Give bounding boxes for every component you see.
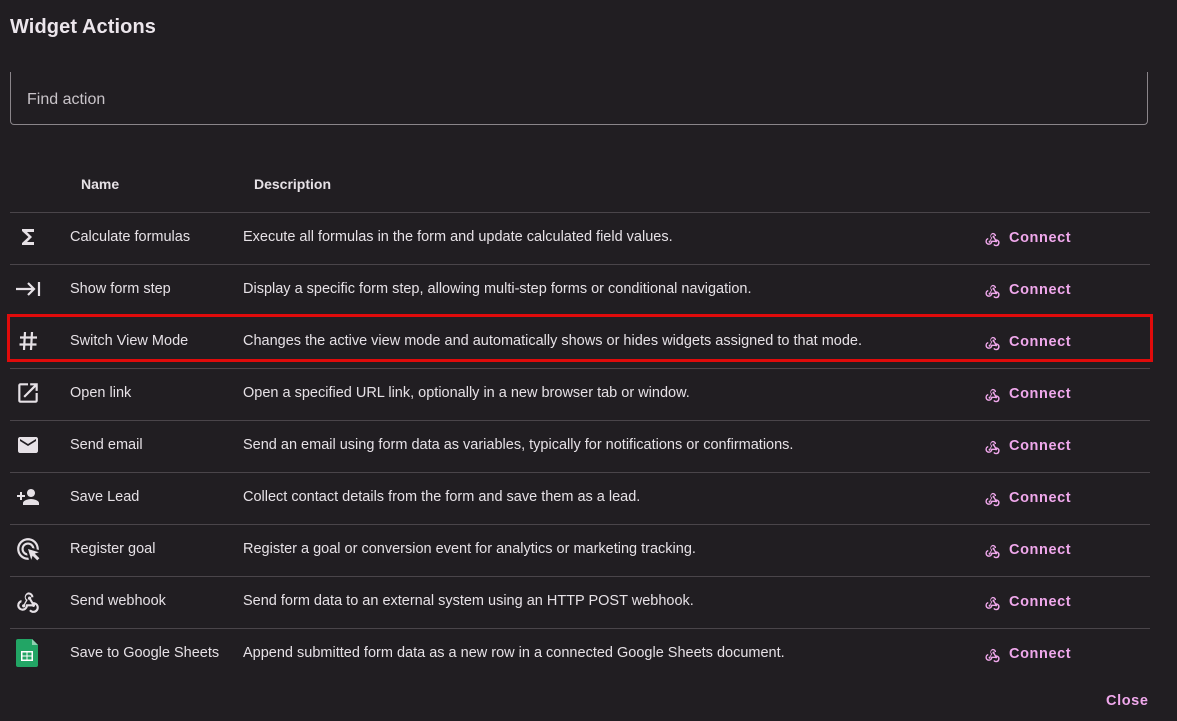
action-description: Execute all formulas in the form and upd… — [243, 229, 673, 245]
webhook-icon — [985, 284, 1000, 298]
email-icon — [14, 431, 42, 459]
webhook-icon — [985, 232, 1000, 246]
webhook-icon — [985, 440, 1000, 454]
connect-button[interactable]: Connect — [984, 435, 1071, 457]
action-description: Send form data to an external system usi… — [243, 593, 694, 609]
action-name: Register goal — [70, 541, 156, 557]
action-name: Save Lead — [70, 489, 140, 505]
table-row: Save Lead Collect contact details from t… — [10, 473, 1150, 525]
person-add-icon — [14, 483, 42, 511]
action-name: Save to Google Sheets — [70, 645, 220, 661]
connect-button[interactable]: Connect — [984, 383, 1071, 405]
connect-button[interactable]: Connect — [984, 643, 1071, 665]
webhook-icon — [985, 544, 1000, 558]
table-row: Register goal Register a goal or convers… — [10, 525, 1150, 577]
open-in-new-icon — [14, 379, 42, 407]
action-name: Calculate formulas — [70, 229, 191, 245]
connect-label: Connect — [1009, 594, 1072, 610]
table-row: Open link Open a specified URL link, opt… — [10, 369, 1150, 421]
action-description: Collect contact details from the form an… — [243, 489, 641, 505]
google-sheets-icon — [14, 639, 42, 667]
action-description: Display a specific form step, allowing m… — [243, 281, 752, 297]
webhook-icon — [14, 587, 42, 615]
webhook-icon — [985, 336, 1000, 350]
action-name: Switch View Mode — [70, 333, 189, 349]
connect-button[interactable]: Connect — [984, 227, 1071, 249]
widget-actions-dialog: Widget Actions Name Description Calculat… — [0, 0, 1177, 721]
webhook-icon — [985, 648, 1000, 662]
connect-label: Connect — [1009, 542, 1072, 558]
table-row: Send webhook Send form data to an extern… — [10, 577, 1150, 629]
table-row: Switch View Mode Changes the active view… — [10, 317, 1150, 369]
close-button[interactable]: Close — [1106, 693, 1149, 709]
webhook-icon — [985, 492, 1000, 506]
arrow-to-line-icon — [14, 275, 42, 303]
connect-button[interactable]: Connect — [984, 279, 1071, 301]
action-description: Changes the active view mode and automat… — [243, 333, 863, 349]
connect-label: Connect — [1009, 386, 1072, 402]
webhook-icon — [985, 596, 1000, 610]
sigma-icon — [14, 223, 42, 251]
ads-click-icon — [14, 535, 42, 563]
table-row: Show form step Display a specific form s… — [10, 265, 1150, 317]
search-input[interactable] — [25, 86, 1129, 114]
column-header-description: Description — [254, 176, 332, 192]
connect-button[interactable]: Connect — [984, 591, 1071, 613]
table-header: Name Description — [10, 160, 1150, 213]
actions-table: Calculate formulas Execute all formulas … — [10, 213, 1150, 680]
connect-button[interactable]: Connect — [984, 487, 1071, 509]
connect-label: Connect — [1009, 646, 1072, 662]
action-description: Append submitted form data as a new row … — [243, 645, 785, 661]
table-row: Calculate formulas Execute all formulas … — [10, 213, 1150, 265]
table-row: Save to Google Sheets Append submitted f… — [10, 629, 1150, 680]
action-name: Send webhook — [70, 593, 166, 609]
table-row: Send email Send an email using form data… — [10, 421, 1150, 473]
connect-label: Connect — [1009, 490, 1072, 506]
connect-button[interactable]: Connect — [984, 331, 1071, 353]
action-name: Send email — [70, 437, 143, 453]
connect-button[interactable]: Connect — [984, 539, 1071, 561]
action-description: Register a goal or conversion event for … — [243, 541, 696, 557]
action-name: Show form step — [70, 281, 171, 297]
connect-label: Connect — [1009, 334, 1072, 350]
action-name: Open link — [70, 385, 132, 401]
connect-label: Connect — [1009, 438, 1072, 454]
dialog-title: Widget Actions — [10, 16, 157, 38]
connect-label: Connect — [1009, 230, 1072, 246]
column-header-name: Name — [81, 176, 120, 192]
hashtag-icon — [14, 327, 42, 355]
webhook-icon — [985, 388, 1000, 402]
connect-label: Connect — [1009, 282, 1072, 298]
search-field[interactable] — [10, 72, 1148, 125]
action-description: Open a specified URL link, optionally in… — [243, 385, 690, 401]
action-description: Send an email using form data as variabl… — [243, 437, 794, 453]
